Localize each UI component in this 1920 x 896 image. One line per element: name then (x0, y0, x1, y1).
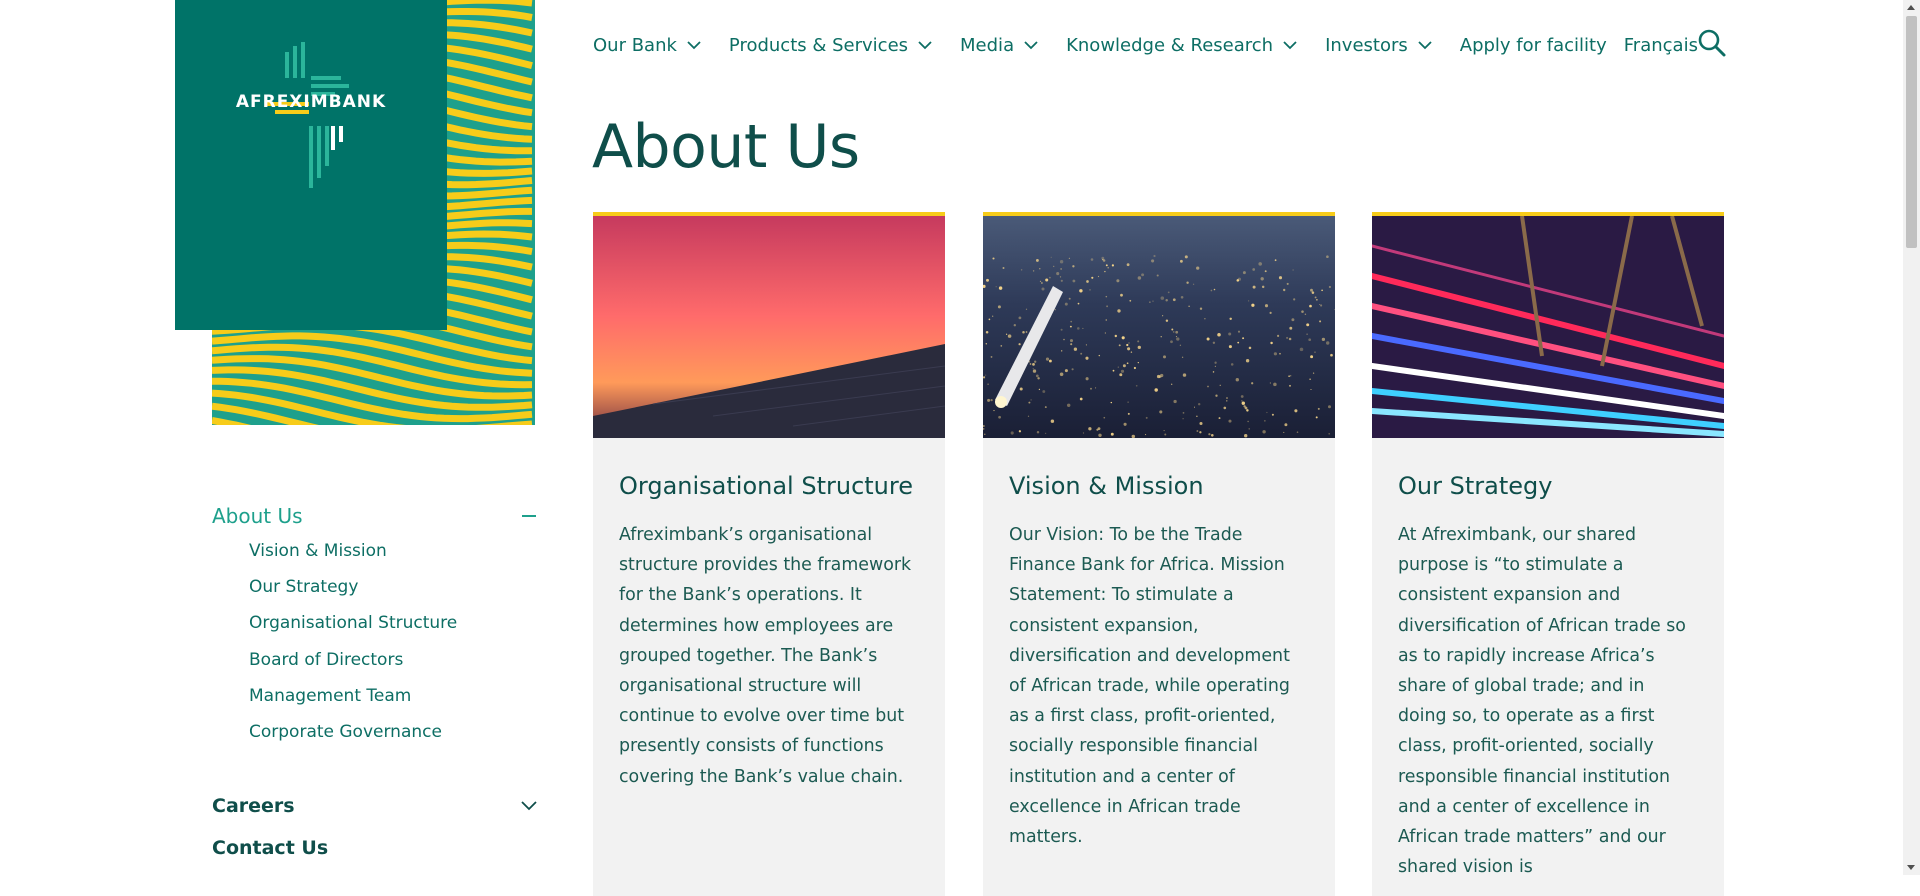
sidebar-submenu: Vision & Mission Our Strategy Organisati… (212, 536, 537, 753)
chevron-down-icon (687, 40, 701, 49)
sidebar-section-about-us[interactable]: About Us (212, 500, 537, 532)
sidebar-item-management-team[interactable]: Management Team (249, 681, 537, 717)
nav-language-french[interactable]: Français (1624, 35, 1698, 56)
card-organisational-structure[interactable]: Organisational Structure Afreximbank’s o… (593, 212, 945, 896)
sidebar-section-label: Contact Us (212, 837, 329, 860)
sidebar-item-vision-mission[interactable]: Vision & Mission (249, 536, 537, 572)
card-description: Our Vision: To be the Trade Finance Bank… (1009, 525, 1290, 848)
page-title: About Us (592, 112, 860, 182)
nav-label: Our Bank (593, 34, 677, 56)
nav-label: Knowledge & Research (1066, 34, 1274, 56)
scroll-up-arrow-icon[interactable] (1907, 5, 1915, 10)
chevron-down-icon (1024, 40, 1038, 49)
card-vision-mission[interactable]: Vision & Mission Our Vision: To be the T… (983, 212, 1335, 896)
card-description: Afreximbank’s organisational structure p… (619, 525, 912, 787)
sidebar-item-organisational-structure[interactable]: Organisational Structure (249, 608, 537, 644)
afreximbank-logo-icon (267, 42, 349, 188)
card-image-night-city-airplane (983, 216, 1335, 438)
card-description: At Afreximbank, our shared purpose is “t… (1398, 525, 1686, 878)
sidebar-item-our-strategy[interactable]: Our Strategy (249, 572, 537, 608)
sidebar-section-careers[interactable]: Careers (212, 789, 537, 823)
card-title: Organisational Structure (619, 472, 913, 500)
nav-products-services[interactable]: Products & Services (729, 35, 932, 56)
card-title: Our Strategy (1398, 472, 1553, 500)
main-navigation: Our Bank Products & Services Media Knowl… (593, 30, 1715, 60)
card-our-strategy[interactable]: Our Strategy At Afreximbank, our shared … (1372, 212, 1724, 896)
collapse-minus-icon[interactable] (521, 508, 537, 524)
sidebar-section-contact-us[interactable]: Contact Us (212, 831, 537, 865)
chevron-down-icon[interactable] (521, 801, 537, 811)
nav-label: Media (960, 34, 1015, 56)
nav-label: Products & Services (728, 34, 909, 56)
scroll-down-arrow-icon[interactable] (1907, 865, 1915, 870)
sidebar-item-board-of-directors[interactable]: Board of Directors (249, 645, 537, 681)
page-scrollbar[interactable] (1903, 0, 1920, 875)
card-image-light-trails (1372, 216, 1724, 438)
nav-our-bank[interactable]: Our Bank (593, 35, 701, 56)
nav-apply-for-facility[interactable]: Apply for facility (1460, 35, 1607, 56)
logo-wordmark: AFREXIMBANK (235, 92, 387, 112)
card-title: Vision & Mission (1009, 472, 1204, 500)
nav-knowledge-research[interactable]: Knowledge & Research (1066, 35, 1297, 56)
nav-label: Apply for facility (1459, 34, 1607, 56)
sidebar-item-corporate-governance[interactable]: Corporate Governance (249, 717, 537, 753)
sidebar-navigation: About Us Vision & Mission Our Strategy O… (212, 500, 537, 865)
nav-media[interactable]: Media (960, 35, 1038, 56)
brand-block: AFREXIMBANK (175, 0, 535, 425)
home-logo-link[interactable]: AFREXIMBANK (175, 0, 447, 330)
sidebar-section-label: About Us (212, 504, 303, 528)
search-icon[interactable] (1697, 28, 1727, 58)
chevron-down-icon (1418, 40, 1432, 49)
chevron-down-icon (1283, 40, 1297, 49)
nav-investors[interactable]: Investors (1325, 35, 1432, 56)
nav-label: Français (1623, 34, 1698, 56)
scrollbar-thumb[interactable] (1906, 16, 1917, 248)
chevron-down-icon (918, 40, 932, 49)
card-image-sunset-solar-panels (593, 216, 945, 438)
sidebar-section-label: Careers (212, 795, 295, 818)
nav-label: Investors (1325, 34, 1408, 56)
